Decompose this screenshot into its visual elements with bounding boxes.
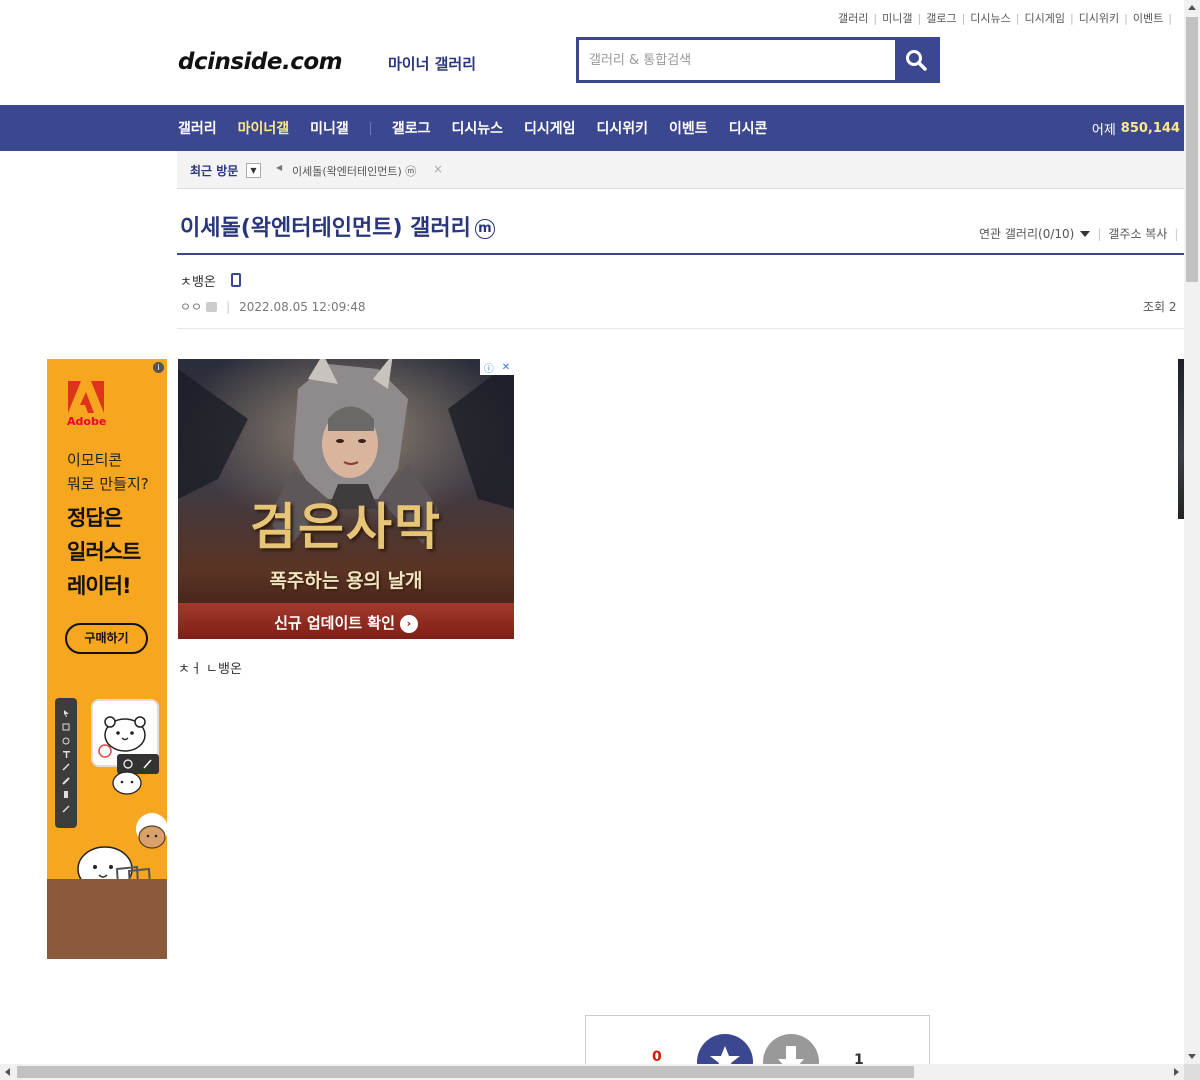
post-meta: ㅇㅇ | 2022.08.05 12:09:48 (180, 298, 366, 315)
ad-close-icon[interactable]: ✕ (502, 362, 510, 373)
gnb-item-wiki[interactable]: 디시위키 (597, 118, 649, 138)
scroll-down-arrow-icon[interactable] (1188, 1054, 1196, 1059)
search-button[interactable] (895, 40, 937, 80)
minor-badge-icon: ⓜ (405, 165, 417, 178)
prev-arrow-icon[interactable]: ◀ (276, 163, 282, 172)
center-banner-ad[interactable]: ⓘ ✕ 검은사막 폭주하는 용의 날개 신규 업데이트 확인 › (178, 359, 514, 639)
util-sep: | (1124, 12, 1128, 25)
post-content: ㅊㅓ ㄴ뱅온 (178, 662, 242, 677)
scroll-up-arrow-icon[interactable] (1188, 5, 1196, 10)
recent-visit-item-label: 이세돌(왁엔터테인먼트) (292, 165, 402, 178)
chevron-right-icon: › (399, 615, 418, 633)
adobe-logo-icon (68, 381, 104, 413)
copy-address-button[interactable]: 갤주소 복사 (1108, 227, 1167, 241)
gallery-tools: 연관 갤러리(0/10) | 갤주소 복사 | (979, 225, 1185, 242)
util-sep: | (917, 12, 922, 25)
minor-gallery-badge-icon: m (474, 219, 495, 239)
util-link-gallery[interactable]: 갤러리 (838, 12, 868, 25)
ad-info-icon[interactable]: i (153, 362, 164, 373)
util-link-minigall[interactable]: 미니갤 (882, 12, 912, 25)
tools-sep: | (1097, 227, 1102, 241)
caret-down-icon (1080, 231, 1091, 237)
util-link-game[interactable]: 디시게임 (1024, 12, 1064, 25)
scroll-right-arrow-icon[interactable] (1174, 1068, 1179, 1076)
horizontal-scroll-thumb[interactable] (17, 1066, 914, 1078)
ad-cta-button[interactable]: 신규 업데이트 확인 › (178, 612, 514, 633)
util-link-wiki[interactable]: 디시위키 (1079, 12, 1119, 25)
util-link-event[interactable]: 이벤트 (1133, 12, 1163, 25)
ad-ground-decoration (47, 879, 167, 959)
ad-headline: 검은사막 (250, 497, 442, 556)
util-sep: | (873, 12, 878, 25)
view-count: 조회 2 (1143, 300, 1177, 314)
visitor-count-label: 어제 (1091, 122, 1116, 138)
util-link-gallog[interactable]: 갤로그 (926, 12, 956, 25)
search-box (576, 37, 940, 83)
gnb-item-game[interactable]: 디시게임 (524, 118, 576, 138)
scrollbar-corner (1184, 1064, 1200, 1080)
ad-info-icon[interactable]: ⓘ (484, 360, 494, 375)
visitor-count: 어제 850,144 (1092, 105, 1180, 151)
post-datetime: 2022.08.05 12:09:48 (239, 299, 366, 314)
post-header-divider (177, 328, 1184, 329)
title-divider (177, 253, 1184, 255)
gnb-item-minor-gallery[interactable]: 마이너갤 (238, 118, 290, 138)
left-banner-ad[interactable]: i Adobe 이모티콘 뭐로 만들지? 정답은 일러스트 레이터! 구매하기 (47, 359, 167, 959)
ad-answer: 정답은 일러스트 레이터! (67, 506, 141, 598)
recent-visit-label: 최근 방문 (190, 164, 239, 178)
gnb-item-event[interactable]: 이벤트 (669, 118, 708, 138)
site-logo[interactable]: dcinside.com (178, 49, 343, 75)
recent-visit-item[interactable]: 이세돌(왁엔터테인먼트) ⓜ (292, 163, 416, 179)
ad-cta-label: 신규 업데이트 확인 (274, 614, 395, 632)
gnb-item-gallog[interactable]: 갤로그 (392, 118, 431, 138)
util-link-news[interactable]: 디시뉴스 (970, 12, 1010, 25)
visitor-count-value: 850,144 (1120, 120, 1180, 136)
gnb-item-dccon[interactable]: 디시콘 (729, 118, 768, 138)
ad-brand-name: Adobe (67, 415, 107, 428)
ad-illustration-toolbar (55, 698, 77, 828)
ad-question: 이모티콘 뭐로 만들지? (67, 451, 149, 493)
ad-buy-button[interactable]: 구매하기 (65, 623, 148, 654)
recent-visit-bar: 최근 방문 ▼ ◀ 이세돌(왁엔터테인먼트) ⓜ × (177, 151, 1184, 189)
gnb-item-news[interactable]: 디시뉴스 (451, 118, 503, 138)
gallery-title-text: 이세돌(왁엔터테인먼트) 갤러리 (180, 216, 471, 241)
tools-sep: | (1174, 227, 1179, 241)
scroll-left-arrow-icon[interactable] (5, 1068, 10, 1076)
ad-choices[interactable]: ⓘ ✕ (480, 359, 514, 375)
gnb-item-gallery[interactable]: 갤러리 (178, 118, 217, 138)
related-gallery-button[interactable]: 연관 갤러리(0/10) (979, 227, 1091, 241)
ad-subline: 폭주하는 용의 날개 (269, 570, 423, 592)
vertical-scrollbar[interactable] (1184, 0, 1200, 1064)
chevron-down-icon: ▼ (250, 166, 257, 175)
recent-visit-toggle[interactable]: ▼ (246, 163, 261, 178)
util-sep: | (1069, 12, 1074, 25)
upvote-count: 0 (652, 1049, 662, 1065)
top-util-links: 갤러리 | 미니갤 | 갤로그 | 디시뉴스 | 디시게임 | 디시위키 | 이벤트 | (838, 10, 1177, 26)
search-icon (906, 50, 927, 71)
util-sep: | (1168, 12, 1172, 25)
related-gallery-label: 연관 갤러리(0/10) (979, 227, 1075, 241)
global-nav: 갤러리 마이너갤 미니갤 갤로그 디시뉴스 디시게임 디시위키 이벤트 디시콘 … (0, 105, 1184, 151)
gnb-item-mini-gallery[interactable]: 미니갤 (310, 118, 349, 138)
post-title: ㅊ뱅온 (180, 275, 216, 290)
util-sep: | (1015, 12, 1020, 25)
author-nickname[interactable]: ㅇㅇ (180, 298, 202, 315)
logo-subtitle[interactable]: 마이너 갤러리 (388, 53, 476, 74)
mobile-icon (231, 273, 241, 287)
vertical-scroll-thumb[interactable] (1186, 17, 1198, 282)
search-input[interactable] (579, 40, 895, 80)
util-sep: | (961, 12, 966, 25)
user-icon (206, 301, 218, 312)
horizontal-scrollbar[interactable] (0, 1064, 1200, 1080)
gnb-divider (369, 121, 371, 135)
meta-sep: | (226, 299, 231, 314)
tool-icons (62, 710, 70, 813)
close-icon[interactable]: × (433, 162, 443, 176)
gallery-title[interactable]: 이세돌(왁엔터테인먼트) 갤러리 m (180, 210, 495, 242)
